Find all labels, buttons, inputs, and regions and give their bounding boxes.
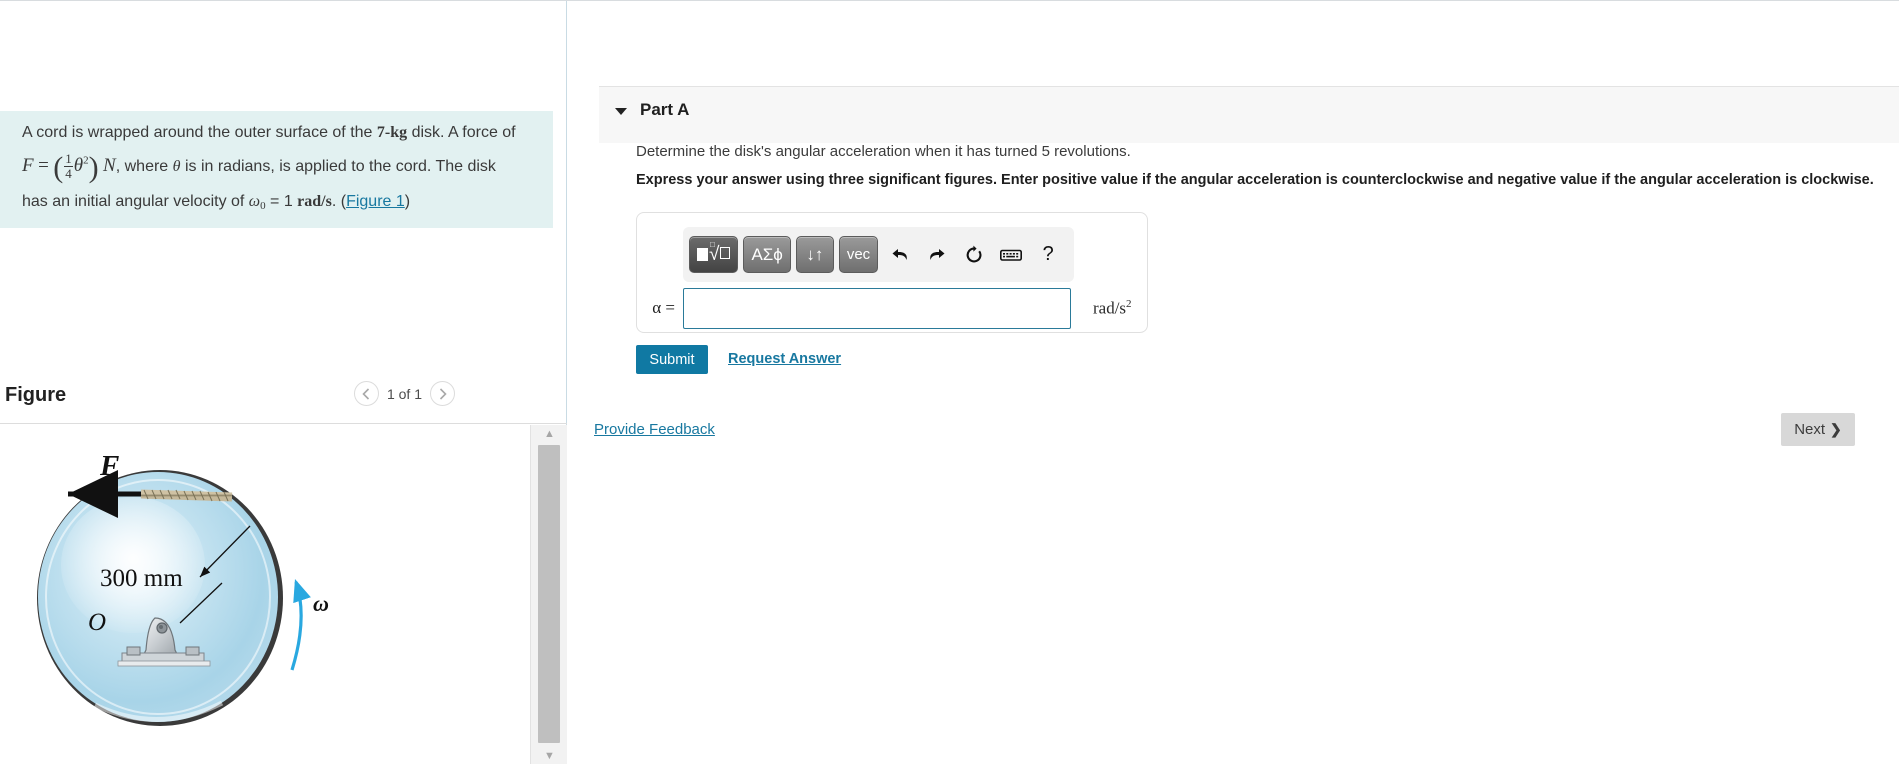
omega-arc-icon: [290, 578, 311, 671]
answer-row: α = rad/s2: [637, 285, 1149, 331]
question-text: Determine the disk's angular acceleratio…: [636, 143, 1131, 160]
provide-feedback-link[interactable]: Provide Feedback: [594, 421, 715, 438]
left-pane: A cord is wrapped around the outer surfa…: [0, 1, 567, 764]
theta-symbol: θ: [73, 154, 84, 176]
part-a-header[interactable]: Part A: [599, 86, 1899, 143]
request-answer-link[interactable]: Request Answer: [728, 351, 841, 367]
greek-symbols-label: ΑΣϕ: [751, 244, 783, 264]
figure-prev-button[interactable]: [353, 381, 379, 406]
next-label: Next: [1794, 421, 1826, 438]
omega-unit: rad/s: [297, 192, 332, 210]
problem-text-a: A cord is wrapped around the outer surfa…: [22, 124, 377, 141]
fraction-numerator: 1: [64, 151, 73, 167]
chevron-right-icon: [439, 387, 447, 400]
fraction-denominator: 4: [65, 165, 72, 181]
force-unit: N: [103, 154, 116, 176]
problem-text-d: is in radians, is applied to the cord. T…: [180, 157, 496, 175]
disk-cord-force-diagram: F 300 mm O ω: [37, 450, 329, 726]
units-exponent: 2: [1126, 297, 1132, 310]
units-base: rad/s: [1093, 298, 1127, 318]
submit-button[interactable]: Submit: [636, 345, 708, 374]
omega-zero-symbol: ω0: [248, 192, 266, 212]
undo-arrow-icon[interactable]: [885, 238, 915, 272]
mass-unit: kg: [390, 124, 408, 141]
figure-diagram: F 300 mm O ω: [0, 425, 530, 764]
force-label: F: [99, 450, 119, 482]
next-button[interactable]: Next ❯: [1781, 413, 1855, 446]
figure-1-link[interactable]: Figure 1: [346, 193, 405, 210]
figure-page-indicator: 1 of 1: [386, 385, 422, 402]
problem-text-f: . (: [331, 192, 347, 210]
problem-text-e: has an initial angular velocity of: [22, 192, 249, 210]
problem-text-g: ): [404, 192, 411, 210]
force-symbol: F: [22, 154, 34, 176]
one-quarter-fraction: 14: [64, 152, 73, 180]
center-label: O: [88, 609, 106, 636]
scroll-up-arrow-icon[interactable]: ▲: [531, 425, 568, 443]
omega-symbol: ω: [248, 192, 261, 210]
vector-key[interactable]: vec: [838, 236, 879, 273]
template-sqrt-key[interactable]: □ √: [689, 236, 739, 273]
problem-statement: A cord is wrapped around the outer surfa…: [0, 111, 553, 228]
figure-title: Figure: [5, 384, 67, 406]
redo-arrow-icon[interactable]: [922, 238, 952, 272]
theta-squared: θ2: [73, 154, 89, 176]
chevron-left-icon: [362, 387, 370, 400]
alpha-variable-label: α =: [652, 298, 675, 317]
help-question-icon[interactable]: ?: [1033, 238, 1063, 272]
math-toolbar: □ √ ΑΣϕ ↓↑ vec ?: [683, 227, 1074, 282]
greek-symbols-key[interactable]: ΑΣϕ: [743, 236, 791, 273]
mastering-physics-problem-page: A cord is wrapped around the outer surfa…: [0, 0, 1899, 764]
answer-input[interactable]: [683, 287, 1071, 329]
omega-label: ω: [313, 591, 329, 616]
subscript-superscript-label: ↓↑: [806, 244, 824, 264]
right-pane: Part A Determine the disk's angular acce…: [568, 1, 1899, 764]
close-paren: ): [88, 150, 99, 184]
problem-text-b: disk. A force of: [407, 124, 516, 141]
chevron-right-icon: ❯: [1830, 421, 1842, 437]
open-paren: (: [53, 150, 64, 184]
figure-header: Figure 1 of 1: [0, 376, 567, 424]
vector-label: vec: [846, 246, 871, 263]
problem-line-3: has an initial angular velocity of ω0 = …: [22, 192, 411, 212]
theta-inline: θ: [172, 157, 181, 175]
equals-sign: =: [38, 154, 49, 176]
sqrt-template-icon: □ √: [697, 241, 731, 264]
problem-line-1: A cord is wrapped around the outer surfa…: [22, 124, 516, 141]
figure-pager: 1 of 1: [353, 381, 455, 406]
keyboard-icon[interactable]: [996, 238, 1026, 272]
figure-scrollbar[interactable]: ▲ ▼: [530, 425, 567, 764]
help-label: ?: [1042, 243, 1054, 265]
part-a-label: Part A: [640, 100, 690, 119]
reset-circular-arrow-icon[interactable]: [959, 238, 989, 272]
mass-value: 7-: [376, 124, 391, 141]
figure-next-button[interactable]: [430, 381, 455, 406]
force-equation: F = (1 4 θ2) N, where θ is in radians, is …: [22, 147, 539, 189]
omega-equals-value: = 1: [265, 192, 298, 210]
scroll-down-arrow-icon[interactable]: ▼: [531, 747, 568, 764]
answer-entry-container: □ √ ΑΣϕ ↓↑ vec ? α = rad/s2: [636, 212, 1148, 333]
scrollbar-thumb[interactable]: [538, 445, 560, 743]
answer-units: rad/s2: [1093, 298, 1132, 319]
caret-down-icon[interactable]: [615, 108, 627, 115]
problem-text-c: , where: [115, 157, 173, 175]
radius-label: 300 mm: [100, 565, 183, 592]
instruction-text: Express your answer using three signific…: [636, 172, 1874, 188]
subscript-superscript-key[interactable]: ↓↑: [795, 236, 834, 273]
